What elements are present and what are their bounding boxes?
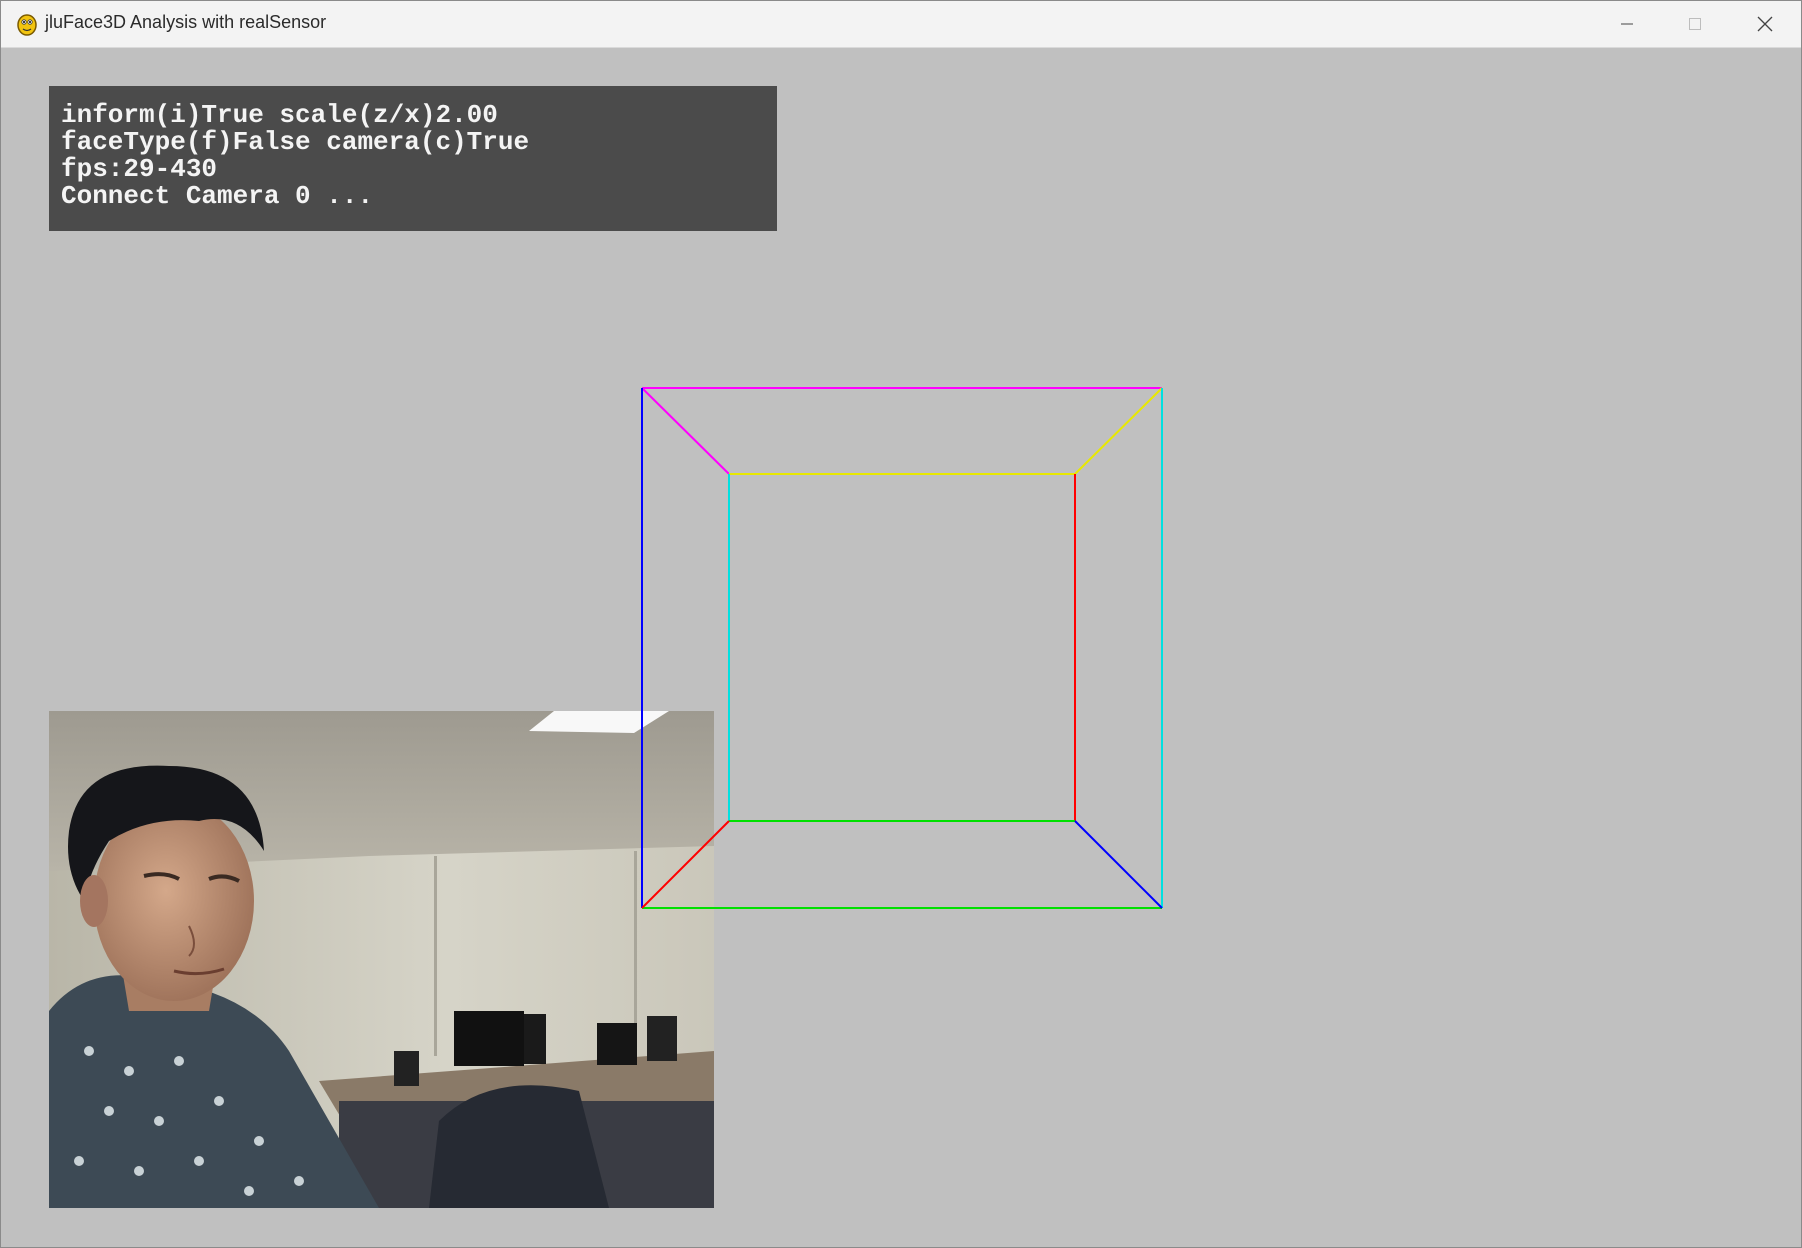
close-button[interactable] bbox=[1731, 1, 1799, 47]
info-line-facetype-camera: faceType(f)False camera(c)True bbox=[61, 127, 530, 157]
minimize-button[interactable] bbox=[1593, 1, 1661, 47]
info-panel: inform(i)True scale(z/x)2.00 faceType(f)… bbox=[49, 86, 777, 231]
close-icon bbox=[1757, 16, 1773, 32]
info-line-inform-scale: inform(i)True scale(z/x)2.00 bbox=[61, 100, 498, 130]
info-line-status: Connect Camera 0 ... bbox=[61, 181, 374, 211]
maximize-icon bbox=[1689, 18, 1701, 30]
pygame-canvas[interactable]: inform(i)True scale(z/x)2.00 faceType(f)… bbox=[1, 48, 1801, 1247]
maximize-button[interactable] bbox=[1661, 1, 1729, 47]
window-title: jluFace3D Analysis with realSensor bbox=[45, 12, 327, 32]
cube-top-right-diagonal bbox=[1074, 387, 1163, 475]
info-line-fps: fps:29-430 bbox=[61, 154, 218, 184]
title-bar[interactable]: jluFace3D Analysis with realSensor bbox=[1, 1, 1801, 48]
camera-feed-image bbox=[49, 711, 714, 1208]
cube-top-left-diagonal bbox=[641, 387, 730, 475]
app-window: jluFace3D Analysis with realSensor infor… bbox=[0, 0, 1802, 1248]
pygame-snake-icon bbox=[17, 14, 37, 36]
cube-bottom-right-diagonal bbox=[1074, 820, 1163, 909]
minimize-icon bbox=[1621, 23, 1633, 25]
